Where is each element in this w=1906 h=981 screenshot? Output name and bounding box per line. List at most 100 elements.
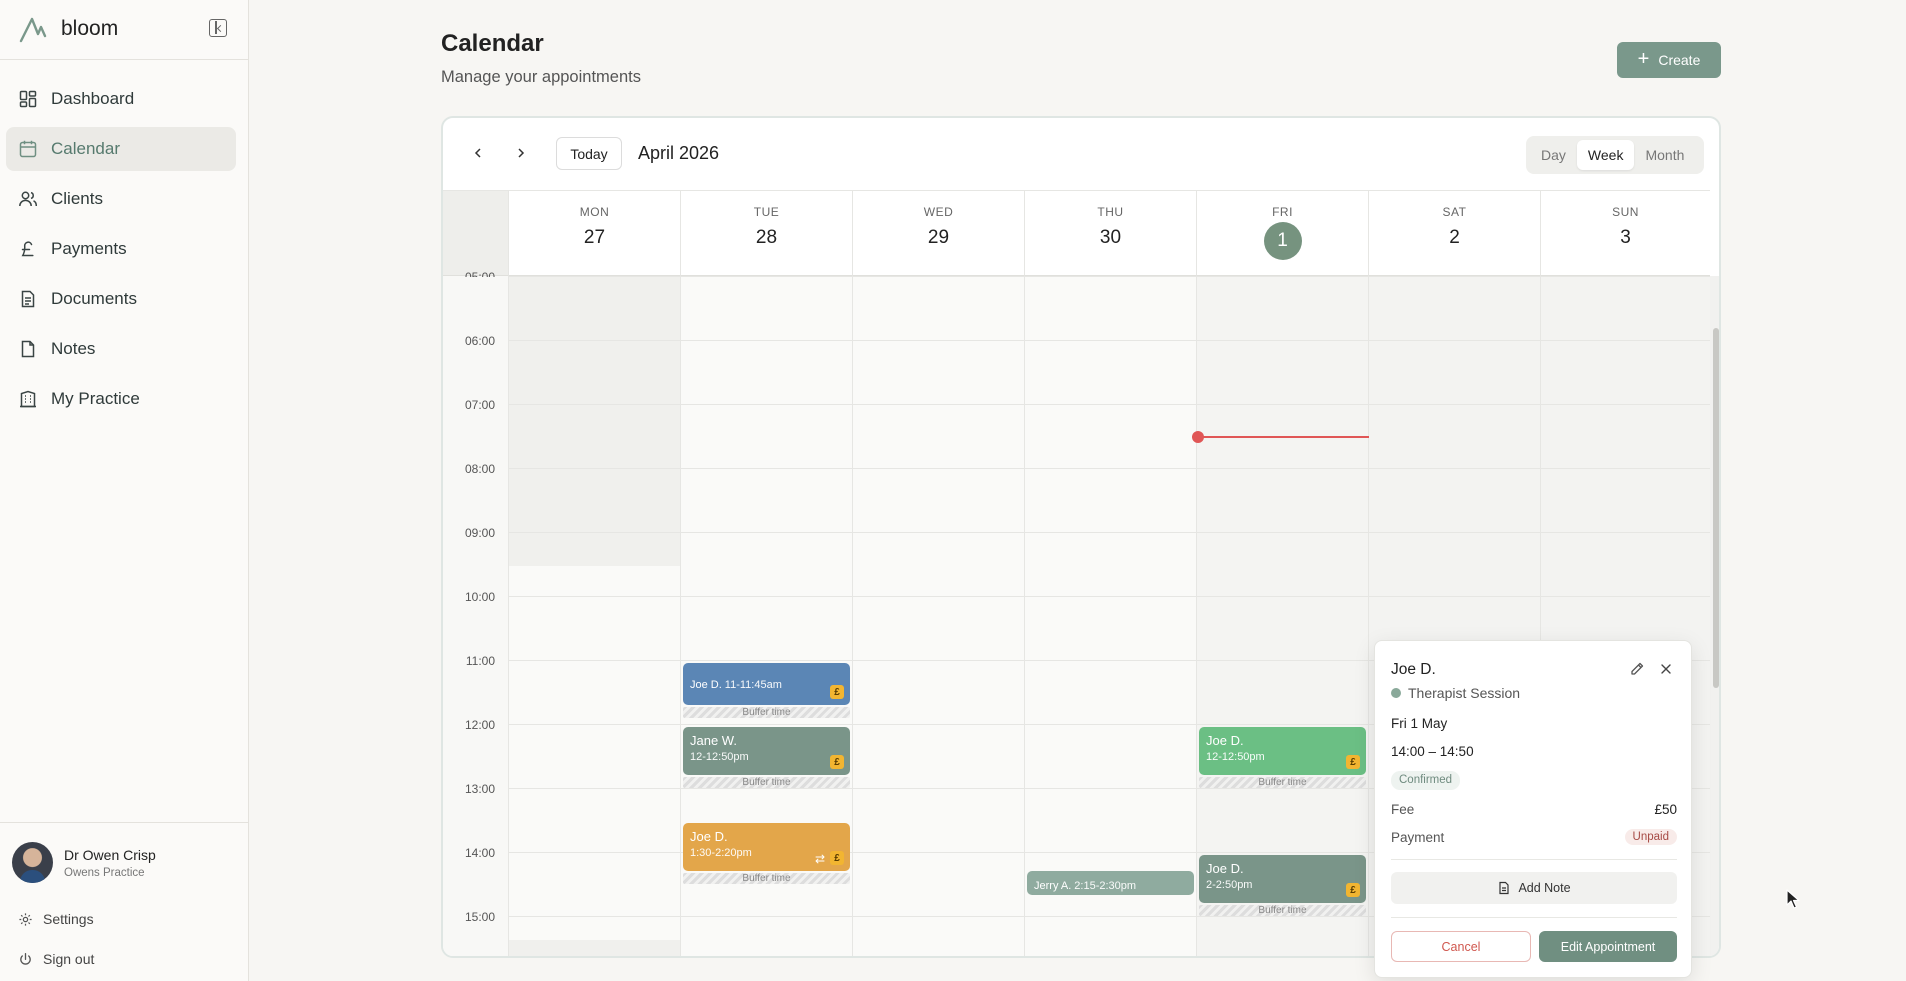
hour-line [508, 532, 1710, 533]
appointment-event[interactable]: Joe D. 2-2:50pm £ [1199, 855, 1366, 903]
note-icon [21, 340, 35, 358]
grid-scrollbar[interactable] [1710, 276, 1719, 956]
event-time: 12-12:50pm [1206, 751, 1265, 763]
event-time: 11-11:45am [724, 679, 782, 691]
sign-out-link[interactable]: Sign out [18, 951, 94, 967]
cancel-appointment-button[interactable]: Cancel [1391, 931, 1531, 962]
session-type: Therapist Session [1391, 685, 1520, 701]
sidebar-item-label: Clients [51, 189, 103, 208]
status-badge: Confirmed [1391, 771, 1461, 790]
appointment-event[interactable]: Joe D. 11-11:45am £ [683, 663, 850, 705]
sidebar-nav: Dashboard Calendar Clients Payments Docu… [6, 77, 236, 427]
event-time: 2:15-2:30pm [1074, 880, 1137, 892]
pencil-icon[interactable] [1629, 661, 1645, 677]
appointment-time: 14:00 – 14:50 [1391, 744, 1474, 759]
day-of-week: FRI [1272, 205, 1293, 219]
user-profile[interactable]: Dr Owen Crisp Owens Practice [12, 842, 156, 883]
today-button[interactable]: Today [556, 137, 622, 170]
time-column-header [443, 190, 508, 276]
calendar-toolbar: Today April 2026 Day Week Month [443, 118, 1719, 190]
appointment-event[interactable]: Jerry A. 2:15-2:30pm [1027, 871, 1194, 895]
fee-value: £50 [1654, 802, 1677, 817]
plus-icon: + [1637, 48, 1650, 70]
day-header-fri[interactable]: FRI 1 [1196, 190, 1368, 276]
event-client-name: Joe D. [1206, 733, 1244, 748]
scrollbar-thumb[interactable] [1713, 328, 1719, 688]
popover-client-name: Joe D. [1391, 661, 1436, 678]
app-name: bloom [61, 17, 119, 40]
sidebar-item-label: Calendar [51, 139, 120, 158]
view-week-tab[interactable]: Week [1576, 140, 1635, 170]
buffer-time: Buffer time [683, 777, 850, 788]
recurring-icon: ⇄ [814, 852, 825, 866]
page-title: Calendar [441, 30, 544, 57]
brand[interactable]: bloom [18, 14, 118, 44]
appointment-event[interactable]: Jane W. 12-12:50pm £ [683, 727, 850, 775]
close-icon[interactable] [1658, 661, 1674, 677]
settings-link[interactable]: Settings [18, 911, 94, 927]
fee-icon: £ [830, 685, 844, 699]
fee-label: Fee [1391, 802, 1415, 817]
sidebar-item-documents[interactable]: Documents [6, 277, 236, 321]
event-client-name: Joe D. [690, 679, 722, 691]
view-switcher: Day Week Month [1526, 136, 1704, 174]
hour-label: 08:00 [464, 462, 495, 476]
day-header-wed[interactable]: WED 29 [852, 190, 1024, 276]
payment-status-badge: Unpaid [1624, 829, 1677, 845]
session-type-dot [1391, 688, 1401, 698]
day-of-week: SAT [1442, 205, 1467, 219]
day-of-week: TUE [753, 205, 780, 219]
hour-label: 05:00 [464, 270, 495, 277]
building-icon [20, 390, 36, 408]
hour-label: 15:00 [464, 910, 495, 924]
day-header-mon[interactable]: MON 27 [508, 190, 680, 276]
view-day-tab[interactable]: Day [1530, 140, 1577, 170]
month-label: April 2026 [638, 143, 720, 163]
bloom-logo-icon [19, 17, 47, 43]
sidebar-item-calendar[interactable]: Calendar [6, 127, 236, 171]
sidebar-item-label: Documents [51, 289, 137, 308]
buffer-time: Buffer time [683, 707, 850, 718]
payment-row: Payment Unpaid [1391, 829, 1677, 845]
sidebar-item-dashboard[interactable]: Dashboard [6, 77, 236, 121]
day-column-wed[interactable] [852, 276, 1024, 956]
collapse-sidebar-icon[interactable] [209, 19, 227, 37]
sidebar-item-clients[interactable]: Clients [6, 177, 236, 221]
buffer-time: Buffer time [1199, 777, 1366, 788]
fee-icon: £ [1346, 755, 1360, 769]
event-client-name: Joe D. [1206, 861, 1244, 876]
pound-icon [21, 241, 34, 257]
hour-line [508, 468, 1710, 469]
event-time: 12-12:50pm [690, 751, 749, 763]
view-month-tab[interactable]: Month [1634, 140, 1695, 170]
create-button[interactable]: + Create [1617, 42, 1721, 78]
event-client-name: Jerry A. [1034, 880, 1072, 892]
sidebar-item-label: Dashboard [51, 89, 135, 108]
day-header-sat[interactable]: SAT 2 [1368, 190, 1540, 276]
day-header-sun[interactable]: SUN 3 [1540, 190, 1710, 276]
appointment-event[interactable]: Joe D. 1:30-2:20pm ⇄ £ [683, 823, 850, 871]
appointment-event[interactable]: Joe D. 12-12:50pm £ [1199, 727, 1366, 775]
previous-week-button[interactable] [463, 138, 493, 168]
appointment-popover: Joe D. Therapist Session Fri 1 May 14:00… [1374, 640, 1692, 978]
day-header-tue[interactable]: TUE 28 [680, 190, 852, 276]
event-time: 2-2:50pm [1206, 879, 1253, 891]
hour-label: 10:00 [464, 590, 495, 604]
day-column-thu[interactable] [1024, 276, 1196, 956]
hour-line [508, 596, 1710, 597]
edit-appointment-button[interactable]: Edit Appointment [1539, 931, 1677, 962]
calendar-icon [19, 140, 37, 158]
sidebar-item-payments[interactable]: Payments [6, 227, 236, 271]
event-client-name: Joe D. [690, 829, 728, 844]
day-header-thu[interactable]: THU 30 [1024, 190, 1196, 276]
next-week-button[interactable] [506, 138, 536, 168]
sidebar-item-notes[interactable]: Notes [6, 327, 236, 371]
add-note-button[interactable]: Add Note [1391, 872, 1677, 904]
event-client-name: Jane W. [690, 733, 737, 748]
sidebar-item-my-practice[interactable]: My Practice [6, 377, 236, 421]
hour-label: 13:00 [464, 782, 495, 796]
hour-line [508, 340, 1710, 341]
settings-label: Settings [43, 911, 94, 927]
add-note-label: Add Note [1518, 881, 1571, 895]
day-number: 27 [583, 227, 606, 248]
